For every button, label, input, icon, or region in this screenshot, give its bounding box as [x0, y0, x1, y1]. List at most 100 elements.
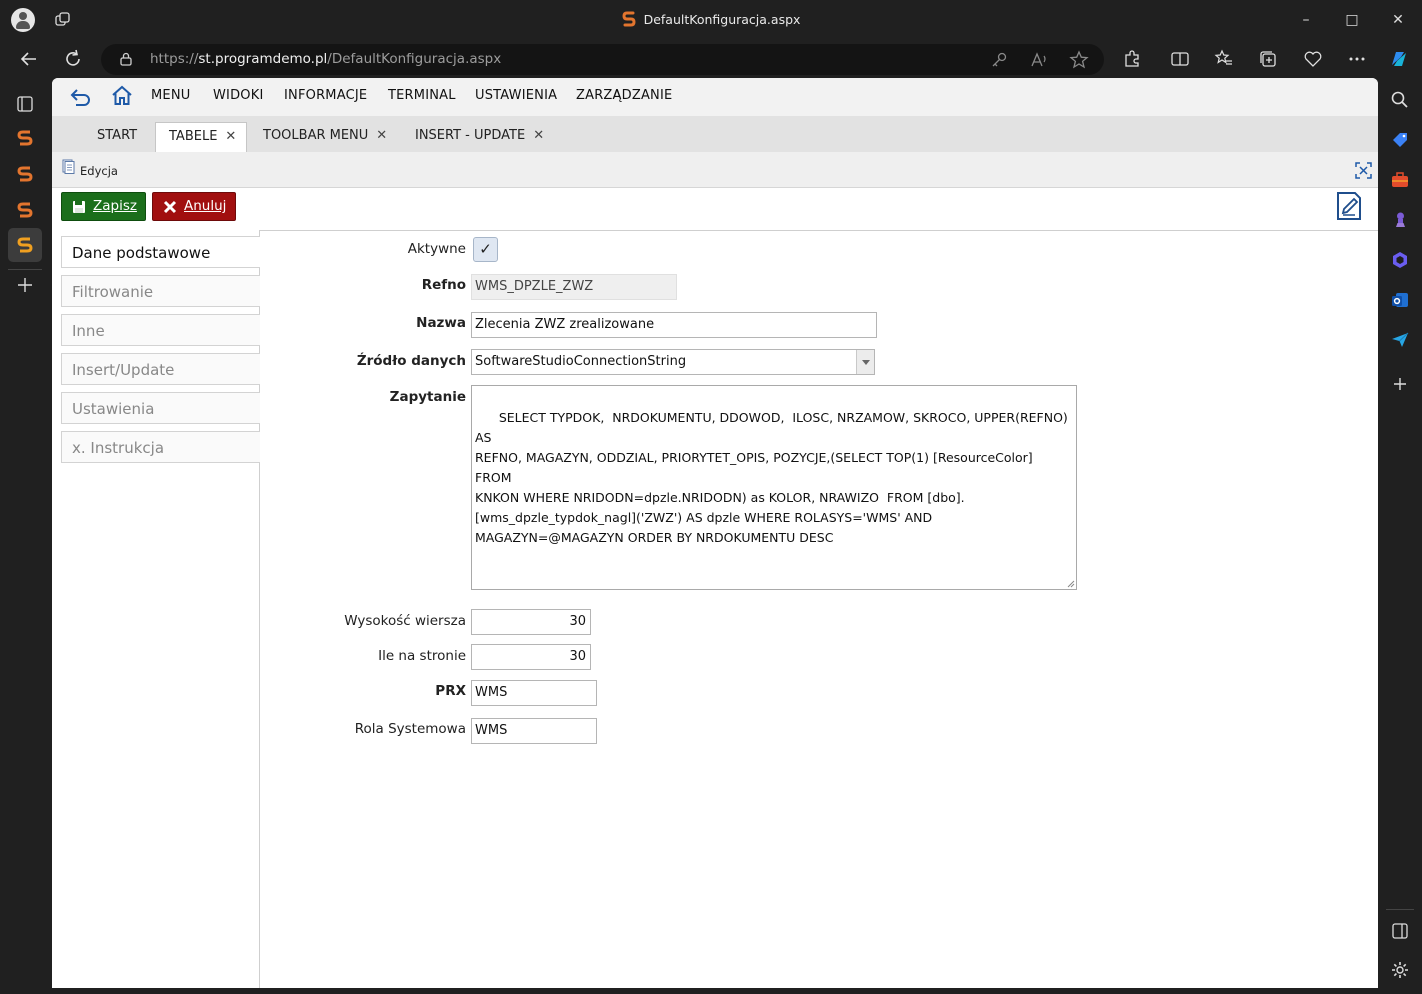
wysokosc-wiersza-label: Wysokość wiersza [344, 613, 466, 629]
section-tab-dane-podstawowe[interactable]: Dane podstawowe [61, 236, 261, 268]
site-tab-icon[interactable] [15, 164, 35, 184]
minimize-button[interactable]: – [1296, 10, 1316, 30]
site-tab-icon[interactable] [15, 128, 35, 148]
address-bar[interactable]: https://st.programdemo.pl/DefaultKonfigu… [101, 44, 1104, 75]
refno-field: WMS_DPZLE_ZWZ [471, 274, 677, 300]
fullscreen-expand-icon[interactable] [1355, 162, 1372, 179]
nazwa-label: Nazwa [416, 315, 466, 331]
zrodlo-danych-label: Źródło danych [356, 353, 466, 369]
menu-item-ustawienia[interactable]: USTAWIENIA [475, 88, 557, 103]
tab-label: TABELE [169, 129, 218, 144]
menu-item-menu[interactable]: MENU [151, 88, 190, 103]
key-icon[interactable] [989, 50, 1009, 70]
tab-label: TOOLBAR MENU [263, 128, 369, 143]
settings-gear-icon[interactable] [1390, 960, 1410, 980]
zrodlo-danych-value: SoftwareStudioConnectionString [475, 354, 687, 369]
tabs-divider [8, 269, 42, 270]
menu-item-zarzadzanie[interactable]: ZARZĄDZANIE [576, 88, 672, 103]
cancel-button[interactable]: Anuluj [152, 192, 236, 221]
form-section-tabs: Dane podstawowe Filtrowanie Inne Insert/… [52, 230, 261, 988]
search-icon[interactable] [1390, 90, 1410, 110]
hide-sidebar-icon[interactable] [1390, 921, 1410, 941]
tab-tabele[interactable]: TABELE ✕ [155, 122, 247, 152]
prx-field[interactable]: WMS [471, 680, 597, 706]
collections-icon[interactable] [1258, 49, 1278, 69]
page-bottom-edge [52, 988, 1378, 994]
tab-label: INSERT - UPDATE [415, 128, 526, 143]
address-row: https://st.programdemo.pl/DefaultKonfigu… [0, 40, 1422, 78]
close-x-icon [163, 200, 177, 214]
menu-item-informacje[interactable]: INFORMACJE [284, 88, 367, 103]
section-tab-instrukcja[interactable]: x. Instrukcja [61, 431, 260, 463]
aktywne-checkbox[interactable]: ✓ [473, 237, 498, 262]
zrodlo-danych-select[interactable]: SoftwareStudioConnectionString [471, 349, 875, 375]
close-tab-icon[interactable]: ✕ [225, 129, 236, 144]
zapytanie-label: Zapytanie [389, 389, 466, 405]
extensions-icon[interactable] [1122, 49, 1142, 69]
window-title: DefaultKonfiguracja.aspx [0, 11, 1422, 27]
browser-essentials-icon[interactable] [1303, 49, 1323, 69]
lock-icon[interactable] [120, 52, 132, 66]
ile-na-stronie-field[interactable]: 30 [471, 644, 591, 670]
document-tabs-bar: START TABELE ✕ TOOLBAR MENU ✕ INSERT - UPD… [52, 116, 1378, 152]
zapytanie-text: SELECT TYPDOK, NRDOKUMENTU, DDOWOD, ILOS… [475, 410, 1068, 545]
rola-systemowa-field[interactable]: WMS [471, 718, 597, 744]
favorite-star-icon[interactable] [1069, 50, 1089, 70]
rola-systemowa-label: Rola Systemowa [354, 721, 466, 737]
section-tab-insert-update[interactable]: Insert/Update [61, 353, 260, 385]
window-title-text: DefaultKonfiguracja.aspx [643, 12, 801, 27]
tab-insert-update[interactable]: INSERT - UPDATE ✕ [415, 122, 544, 152]
section-tab-inne[interactable]: Inne [61, 314, 260, 346]
chevron-down-icon[interactable] [856, 350, 874, 374]
save-button-label: Zapisz [93, 198, 137, 214]
panel-header: Edycja [52, 152, 1378, 188]
new-tab-plus-icon[interactable] [15, 275, 35, 295]
favorites-icon[interactable] [1214, 49, 1234, 69]
tab-label: START [97, 128, 138, 143]
back-arrow-icon[interactable] [18, 48, 40, 70]
outlook-icon[interactable] [1390, 290, 1410, 310]
tools-briefcase-icon[interactable] [1390, 170, 1410, 190]
close-window-button[interactable]: ✕ [1388, 10, 1408, 30]
save-button[interactable]: Zapisz [61, 192, 146, 221]
games-chess-icon[interactable] [1390, 210, 1410, 230]
shopping-tag-icon[interactable] [1390, 130, 1410, 150]
tab-start[interactable]: START [97, 122, 137, 152]
split-screen-icon[interactable] [1170, 49, 1190, 69]
undo-back-icon[interactable] [68, 85, 94, 109]
tab-actions-icon[interactable] [15, 94, 35, 114]
section-tab-filtrowanie[interactable]: Filtrowanie [61, 275, 260, 307]
url-text[interactable]: https://st.programdemo.pl/DefaultKonfigu… [150, 51, 501, 67]
section-tab-ustawienia[interactable]: Ustawienia [61, 392, 260, 424]
refresh-icon[interactable] [62, 48, 84, 70]
resize-grip-icon[interactable] [1066, 579, 1075, 588]
close-tab-icon[interactable]: ✕ [533, 128, 544, 143]
send-plane-icon[interactable] [1390, 330, 1410, 350]
active-tab-highlight[interactable] [8, 228, 42, 262]
menu-item-widoki[interactable]: WIDOKI [213, 88, 264, 103]
zapytanie-textarea[interactable]: SELECT TYPDOK, NRDOKUMENTU, DDOWOD, ILOS… [471, 385, 1077, 590]
web-page: MENU WIDOKI INFORMACJE TERMINAL USTAWIEN… [52, 78, 1378, 988]
tab-toolbar-menu[interactable]: TOOLBAR MENU ✕ [263, 122, 387, 152]
copilot-icon[interactable] [1387, 47, 1411, 71]
nazwa-field[interactable]: Zlecenia ZWZ zrealizowane [471, 312, 877, 338]
floppy-disk-icon [73, 201, 85, 213]
wysokosc-wiersza-field[interactable]: 30 [471, 609, 591, 635]
action-toolbar: Zapisz Anuluj [52, 188, 1378, 230]
site-tab-icon [17, 237, 33, 253]
site-tab-icon[interactable] [15, 200, 35, 220]
cancel-button-label: Anuluj [184, 198, 227, 214]
menu-item-terminal[interactable]: TERMINAL [388, 88, 456, 103]
browser-title-bar: DefaultKonfiguracja.aspx – □ ✕ [0, 0, 1422, 40]
maximize-button[interactable]: □ [1342, 10, 1362, 30]
ile-na-stronie-label: Ile na stronie [378, 648, 466, 664]
home-icon[interactable] [110, 84, 134, 108]
add-sidebar-app-icon[interactable] [1390, 374, 1410, 394]
more-options-icon[interactable] [1347, 49, 1367, 69]
close-tab-icon[interactable]: ✕ [376, 128, 387, 143]
copilot-app-icon[interactable] [1390, 250, 1410, 270]
top-menu: MENU WIDOKI INFORMACJE TERMINAL USTAWIEN… [52, 78, 1378, 116]
read-aloud-icon[interactable] [1029, 50, 1049, 70]
edge-sidebar [1378, 78, 1422, 994]
edit-document-icon[interactable] [1335, 190, 1363, 222]
